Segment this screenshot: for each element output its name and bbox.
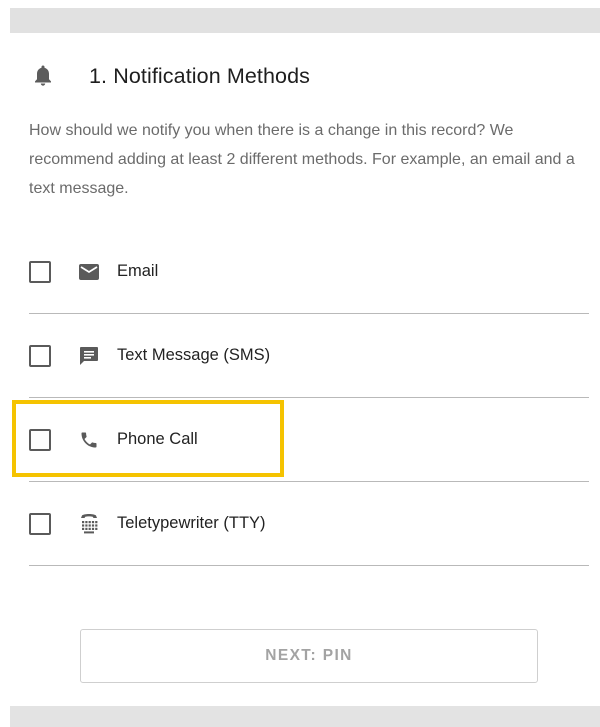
next-pin-button[interactable]: NEXT: PIN: [80, 629, 538, 683]
method-option-email[interactable]: Email: [29, 230, 589, 314]
notification-methods-page: 1. Notification Methods How should we no…: [0, 0, 600, 727]
notification-methods-list: Email Text Message (SMS) Phone Call Tele…: [29, 230, 589, 566]
method-option-phone-call[interactable]: Phone Call: [29, 398, 589, 482]
sms-label: Text Message (SMS): [117, 346, 271, 364]
email-checkbox[interactable]: [29, 260, 51, 283]
section-title: 1. Notification Methods: [89, 63, 310, 88]
sms-checkbox[interactable]: [29, 344, 51, 367]
sms-icon: [77, 344, 101, 368]
phone-call-label: Phone Call: [117, 430, 198, 448]
method-option-tty[interactable]: Teletypewriter (TTY): [29, 482, 589, 566]
tty-icon: [77, 512, 101, 536]
section-description: How should we notify you when there is a…: [29, 122, 575, 197]
email-icon: [77, 260, 101, 284]
section-header: 1. Notification Methods: [32, 58, 310, 94]
tty-checkbox[interactable]: [29, 512, 51, 535]
top-bar-strip: [10, 8, 600, 33]
top-bar: [0, 0, 600, 33]
bottom-bar: [10, 706, 600, 727]
method-option-sms[interactable]: Text Message (SMS): [29, 314, 589, 398]
email-label: Email: [117, 262, 159, 280]
phone-icon: [77, 428, 101, 452]
bell-icon: [32, 63, 54, 89]
tty-label: Teletypewriter (TTY): [117, 514, 266, 532]
phone-call-checkbox[interactable]: [29, 428, 51, 451]
